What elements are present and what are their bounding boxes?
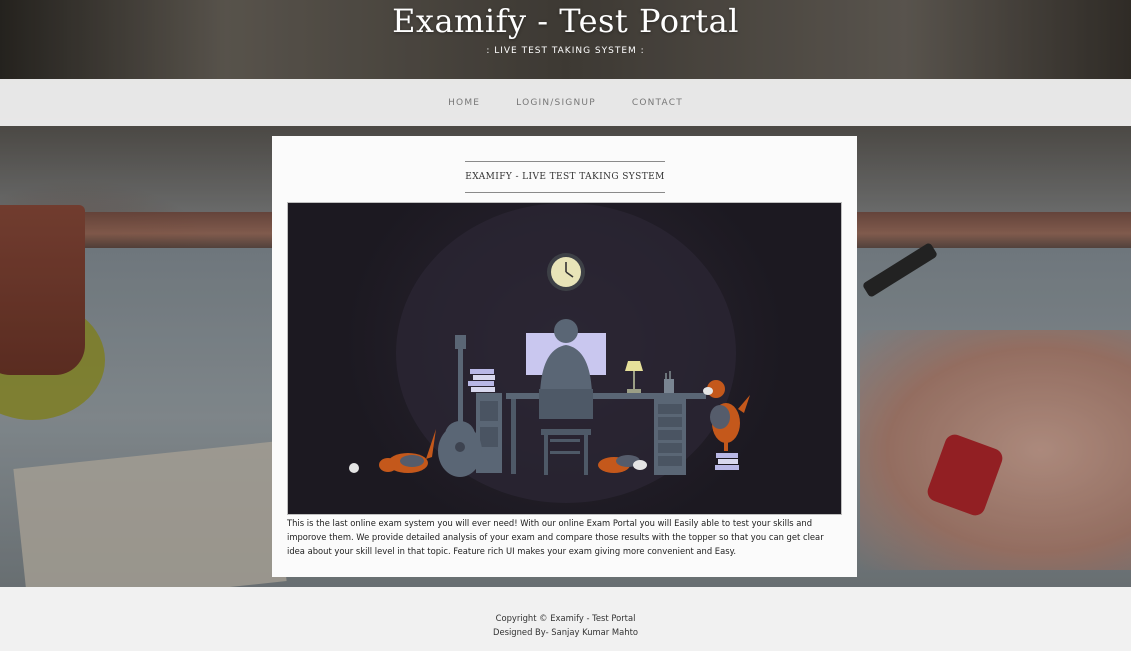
desk-top	[506, 393, 706, 399]
footer-copyright: Copyright © Examify - Test Portal	[495, 613, 636, 623]
card-description: This is the last online exam system you …	[287, 518, 824, 556]
content-card: EXAMIFY - LIVE TEST TAKING SYSTEM This i…	[272, 136, 857, 577]
site-tagline: : LIVE TEST TAKING SYSTEM :	[486, 46, 645, 56]
site-title: Examify - Test Portal	[392, 2, 739, 40]
nav-contact[interactable]: CONTACT	[632, 98, 683, 108]
main-nav: HOME LOGIN/SIGNUP CONTACT	[0, 79, 1131, 126]
clock-icon	[547, 253, 585, 291]
developer-desk-illustration	[287, 202, 842, 515]
nav-home[interactable]: HOME	[448, 98, 480, 108]
nav-login-signup[interactable]: LOGIN/SIGNUP	[516, 98, 596, 108]
site-footer: Copyright © Examify - Test Portal Design…	[0, 587, 1131, 651]
drawer-cabinet	[654, 399, 686, 475]
dog-left-icon	[349, 429, 436, 473]
person-head	[554, 319, 578, 343]
chair-back	[539, 389, 593, 419]
footer-designer: Designed By- Sanjay Kumar Mahto	[493, 627, 638, 637]
card-heading: EXAMIFY - LIVE TEST TAKING SYSTEM	[465, 161, 665, 193]
